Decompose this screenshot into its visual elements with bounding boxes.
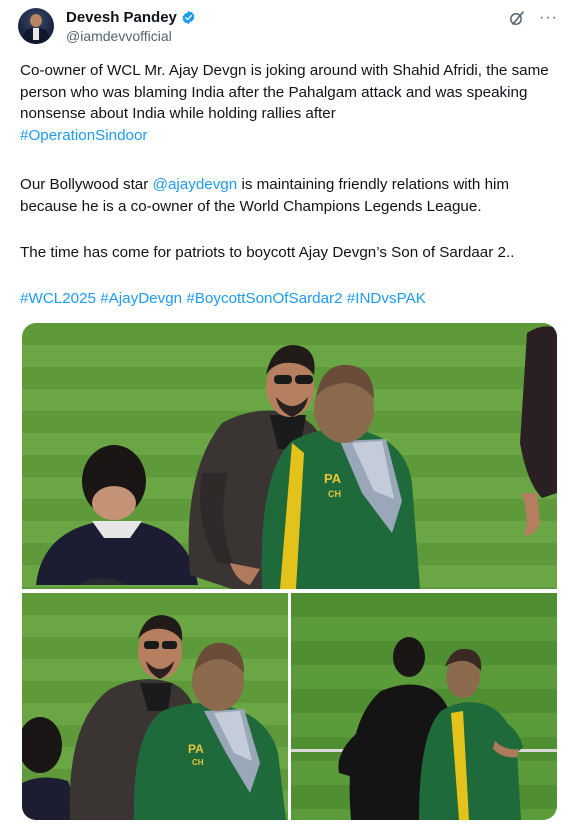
paragraph-1: Co-owner of WCL Mr. Ajay Devgn is joking…: [20, 60, 560, 146]
hashtag-boycott-son-of-sardar2[interactable]: #BoycottSonOfSardar2: [186, 290, 342, 307]
hashtag-wcl2025[interactable]: #WCL2025: [20, 290, 96, 307]
jersey-text-small-1: PA: [188, 742, 204, 756]
paragraph-3: The time has come for patriots to boycot…: [20, 244, 515, 261]
bottom-left-photo[interactable]: PA CH: [22, 593, 288, 820]
author-name[interactable]: Devesh Pandey: [66, 9, 177, 26]
hashtag-indvspak[interactable]: #INDvsPAK: [347, 290, 426, 307]
bottom-right-photo[interactable]: [291, 593, 557, 820]
verified-badge-icon: [182, 10, 195, 25]
mention-ajaydevgn[interactable]: @ajaydevgn: [153, 176, 238, 193]
author-handle[interactable]: @iamdevvofficial: [66, 28, 172, 44]
paragraph-2-pre: Our Bollywood star: [20, 176, 149, 193]
paragraph-2: Our Bollywood star @ajaydevgn is maintai…: [20, 174, 560, 217]
hashtag-operation-sindoor[interactable]: #OperationSindoor: [20, 127, 148, 144]
jersey-text-main-1: PA: [324, 471, 342, 486]
media-grid: PA CH PA CH: [22, 323, 557, 820]
author-name-row[interactable]: Devesh Pandey: [66, 9, 196, 26]
hashtag-ajaydevgn[interactable]: #AjayDevgn: [100, 290, 182, 307]
avatar[interactable]: [18, 8, 54, 44]
jersey-text-small-2: CH: [192, 758, 204, 767]
tweet-header: Devesh Pandey @iamdevvofficial ···: [14, 6, 562, 46]
grok-icon[interactable]: [509, 10, 525, 26]
more-options-icon[interactable]: ···: [539, 10, 558, 26]
jersey-text-main-2: CH: [328, 489, 341, 499]
paragraph-1-text: Co-owner of WCL Mr. Ajay Devgn is joking…: [20, 62, 549, 122]
hashtag-row: #WCL2025 #AjayDevgn #BoycottSonOfSardar2…: [20, 288, 560, 310]
main-photo[interactable]: PA CH: [22, 323, 557, 589]
